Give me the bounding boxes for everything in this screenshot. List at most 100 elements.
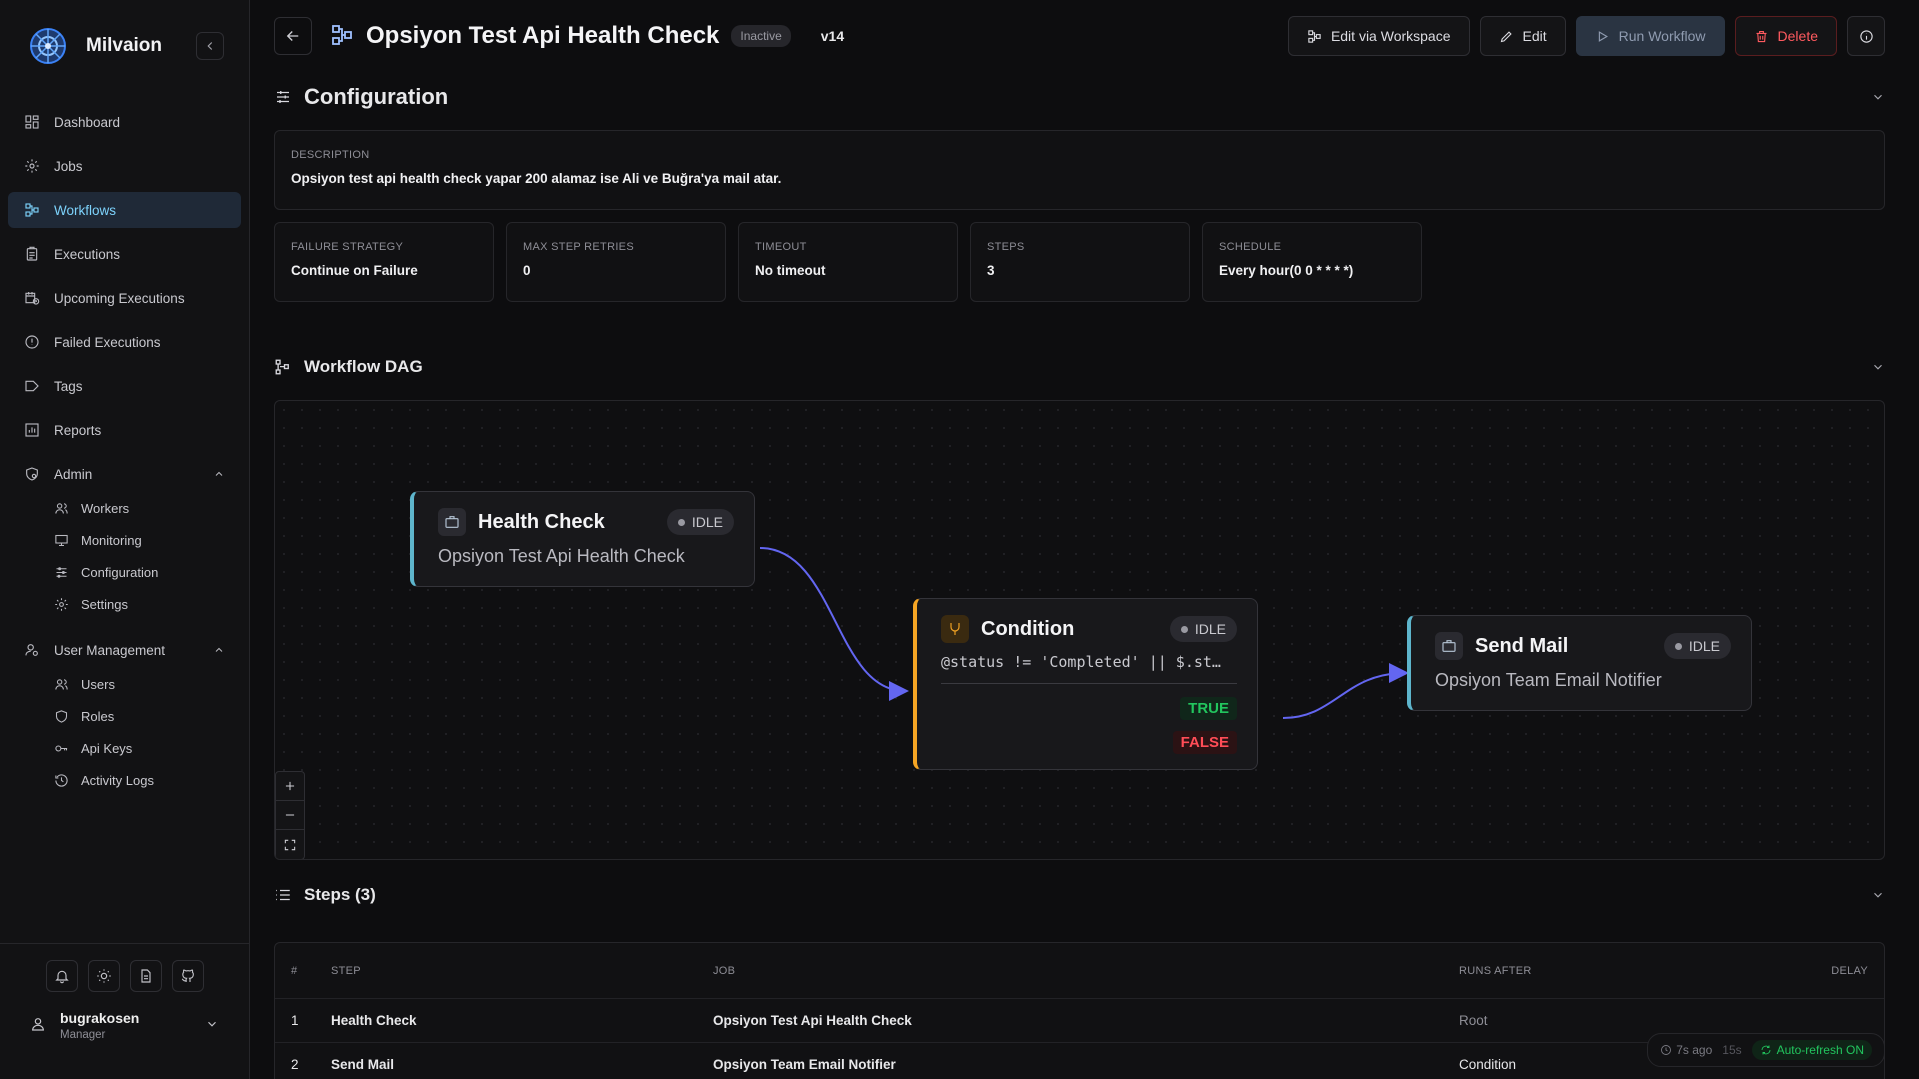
workflow-icon: [1308, 29, 1321, 43]
edit-button[interactable]: Edit: [1479, 16, 1566, 56]
sidebar-item-workers[interactable]: Workers: [8, 492, 241, 524]
refresh-interval: 15s: [1722, 1043, 1742, 1057]
step-job: Opsiyon Team Email Notifier: [713, 1057, 896, 1072]
fit-view-button[interactable]: [276, 830, 304, 859]
table-row[interactable]: 1 Health Check Opsiyon Test Api Health C…: [275, 999, 1884, 1043]
node-status: IDLE: [1194, 621, 1226, 637]
edit-via-workspace-button[interactable]: Edit via Workspace: [1287, 16, 1470, 56]
dashboard-icon: [25, 115, 39, 129]
configuration-section-header[interactable]: Configuration: [274, 72, 1885, 122]
sidebar-item-monitoring[interactable]: Monitoring: [8, 524, 241, 556]
notifications-button[interactable]: [45, 960, 78, 992]
auto-refresh-toggle[interactable]: Auto-refresh ON: [1751, 1040, 1872, 1060]
minus-icon: [285, 814, 295, 816]
table-row[interactable]: 2 Send Mail Opsiyon Team Email Notifier …: [275, 1043, 1884, 1079]
delete-button[interactable]: Delete: [1734, 16, 1837, 56]
stat-value: Continue on Failure: [291, 263, 418, 278]
bar-chart-icon: [25, 423, 39, 437]
button-label: Edit: [1522, 28, 1547, 44]
sidebar-item-api-keys[interactable]: Api Keys: [8, 732, 241, 764]
sidebar: Milvaion Dashboard Jobs Workflows Execut…: [0, 0, 250, 1079]
step-name: Send Mail: [331, 1057, 395, 1072]
sidebar-footer: bugrakosen Manager: [0, 943, 249, 1079]
briefcase-icon: [438, 508, 466, 536]
stat-value: Every hour(0 0 * * * *): [1219, 263, 1354, 278]
column-header: Delay: [1831, 964, 1868, 977]
info-button[interactable]: [1847, 16, 1885, 56]
zoom-in-button[interactable]: [276, 772, 304, 801]
column-header: Runs After: [1459, 964, 1532, 977]
sidebar-item-label: Tags: [54, 378, 83, 394]
node-status-badge: IDLE: [1663, 633, 1731, 659]
sidebar-item-activity-logs[interactable]: Activity Logs: [8, 764, 241, 796]
document-icon: [140, 969, 151, 983]
sidebar-item-jobs[interactable]: Jobs: [8, 148, 241, 184]
dag-node-send-mail[interactable]: Send Mail IDLE Opsiyon Team Email Notifi…: [1407, 615, 1752, 711]
app-name: Milvaion: [86, 35, 163, 56]
node-title: Health Check: [478, 510, 605, 533]
divider: [941, 683, 1237, 684]
sidebar-item-roles[interactable]: Roles: [8, 700, 241, 732]
sidebar-item-settings[interactable]: Settings: [8, 588, 241, 620]
sidebar-item-label: Reports: [54, 422, 102, 438]
workflow-dag-canvas[interactable]: Health Check IDLE Opsiyon Test Api Healt…: [274, 400, 1885, 860]
table-header: # Step Job Runs After Delay: [275, 943, 1884, 999]
user-cog-icon: [25, 644, 38, 656]
chevron-down-icon: [205, 1017, 219, 1034]
branch-icon: [941, 615, 969, 643]
sidebar-item-label: Activity Logs: [81, 772, 154, 788]
sidebar-item-label: Api Keys: [81, 740, 133, 756]
sidebar-item-configuration[interactable]: Configuration: [8, 556, 241, 588]
stat-timeout: Timeout No timeout: [738, 222, 958, 302]
sidebar-group-admin[interactable]: Admin: [8, 456, 241, 492]
user-menu[interactable]: bugrakosen Manager: [0, 992, 249, 1041]
sidebar-item-upcoming-executions[interactable]: Upcoming Executions: [8, 280, 241, 316]
bell-icon: [54, 970, 69, 984]
github-button[interactable]: [171, 960, 204, 992]
stat-label: Timeout: [755, 241, 807, 253]
node-subtitle: Opsiyon Test Api Health Check: [438, 546, 685, 566]
sidebar-item-users[interactable]: Users: [8, 668, 241, 700]
sidebar-item-tags[interactable]: Tags: [8, 368, 241, 404]
dag-node-health-check[interactable]: Health Check IDLE Opsiyon Test Api Healt…: [410, 491, 755, 587]
node-status: IDLE: [1688, 638, 1720, 654]
sidebar-group-label: User Management: [54, 642, 166, 658]
dag-node-condition[interactable]: Condition IDLE @status != 'Completed' ||…: [913, 598, 1258, 770]
step-job: Opsiyon Test Api Health Check: [713, 1013, 912, 1028]
steps-section-header[interactable]: Steps (3): [274, 870, 1885, 920]
workflow-icon: [25, 203, 39, 217]
plus-icon: [285, 781, 295, 791]
refresh-indicator[interactable]: 7s ago 15s Auto-refresh ON: [1647, 1033, 1885, 1067]
button-label: Edit via Workspace: [1330, 28, 1451, 44]
info-icon: [1859, 29, 1873, 43]
theme-toggle-button[interactable]: [87, 960, 120, 992]
node-title: Condition: [981, 617, 1075, 640]
condition-true-output[interactable]: TRUE: [1180, 697, 1237, 720]
condition-false-output[interactable]: FALSE: [1172, 731, 1237, 754]
collapse-sidebar-button[interactable]: [196, 32, 224, 60]
main-content: Opsiyon Test Api Health Check Inactive v…: [250, 0, 1919, 1079]
back-button[interactable]: [274, 17, 312, 55]
chevron-down-icon: [1874, 364, 1882, 370]
sidebar-item-dashboard[interactable]: Dashboard: [8, 104, 241, 140]
zoom-out-button[interactable]: [276, 801, 304, 830]
sidebar-item-executions[interactable]: Executions: [8, 236, 241, 272]
column-header: Step: [331, 964, 361, 977]
docs-button[interactable]: [129, 960, 162, 992]
sidebar-item-reports[interactable]: Reports: [8, 412, 241, 448]
node-status-badge: IDLE: [1169, 616, 1237, 642]
step-runs-after: Root: [1459, 1013, 1488, 1028]
sidebar-item-failed-executions[interactable]: Failed Executions: [8, 324, 241, 360]
run-workflow-button[interactable]: Run Workflow: [1575, 16, 1725, 56]
page-title: Opsiyon Test Api Health Check: [366, 22, 720, 49]
steps-table: # Step Job Runs After Delay 1 Health Che…: [274, 942, 1885, 1079]
user-icon: [30, 1016, 46, 1035]
stat-value: No timeout: [755, 263, 826, 278]
sidebar-item-workflows[interactable]: Workflows: [8, 192, 241, 228]
sidebar-group-user-management[interactable]: User Management: [8, 632, 241, 668]
config-stats: Failure Strategy Continue on Failure Max…: [274, 222, 1885, 302]
list-icon: [276, 889, 290, 901]
step-number: 1: [291, 1013, 299, 1028]
dag-section-header[interactable]: Workflow DAG: [274, 342, 1885, 392]
button-label: Delete: [1777, 28, 1818, 44]
